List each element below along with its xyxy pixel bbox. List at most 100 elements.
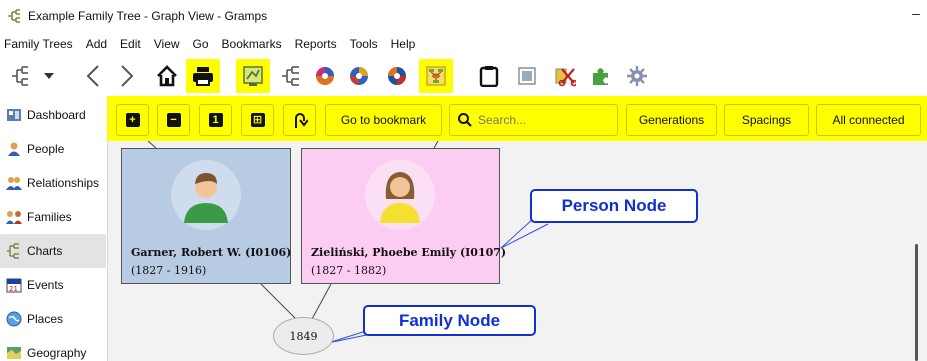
go-to-active-button[interactable] <box>283 104 316 136</box>
menu-view[interactable]: View <box>154 37 180 51</box>
zoom-fit-button[interactable]: ⊞ <box>241 104 274 136</box>
menu-help[interactable]: Help <box>391 37 416 51</box>
turn-arrow-icon <box>294 113 308 128</box>
family-node[interactable]: 1849 <box>273 317 334 355</box>
view-pedigree-button[interactable] <box>236 59 270 93</box>
preferences-button[interactable] <box>620 59 654 93</box>
spacings-label: Spacings <box>741 113 792 127</box>
menu-add[interactable]: Add <box>86 37 107 51</box>
families-icon <box>6 209 22 225</box>
callout-family-node: Family Node <box>363 305 536 336</box>
go-to-bookmark-label: Go to bookmark <box>340 113 427 127</box>
sidebar-item-label: Charts <box>27 244 63 258</box>
scissors-icon <box>555 68 576 87</box>
chevron-down-icon <box>44 73 54 79</box>
zoom-out-button[interactable]: − <box>157 104 190 136</box>
clipboard-button[interactable] <box>472 59 506 93</box>
search-icon <box>458 113 472 127</box>
title-bar: Example Family Tree - Graph View - Gramp… <box>0 0 927 32</box>
pedigree-view-icon <box>243 66 263 86</box>
menu-go[interactable]: Go <box>193 37 209 51</box>
zoom-reset-button[interactable]: 1 <box>199 104 232 136</box>
minimize-button[interactable]: – <box>909 6 923 20</box>
clipboard-icon <box>479 66 499 87</box>
edge-father-family <box>260 283 297 320</box>
menu-family-trees[interactable]: Family Trees <box>4 37 73 51</box>
sidebar-item-label: Events <box>27 278 64 292</box>
fit-icon: ⊞ <box>250 113 265 127</box>
person-name: Zieliński, Phoebe Emily (I0107) <box>311 246 507 259</box>
person-node-mother[interactable]: Zieliński, Phoebe Emily (I0107) (1827 - … <box>301 148 506 284</box>
dropdown-button[interactable] <box>38 59 60 93</box>
sidebar-item-charts[interactable]: Charts <box>0 234 106 268</box>
media-button[interactable] <box>510 59 544 93</box>
tree-icon <box>12 66 28 86</box>
main-toolbar <box>0 58 927 94</box>
view-tree-button[interactable] <box>274 59 308 93</box>
menu-bookmarks[interactable]: Bookmarks <box>222 37 282 51</box>
media-icon <box>518 67 536 85</box>
printer-icon <box>193 67 213 86</box>
vertical-scrollbar[interactable] <box>915 244 918 361</box>
menu-reports[interactable]: Reports <box>295 37 337 51</box>
dashboard-icon <box>6 107 22 123</box>
geography-icon <box>6 345 22 361</box>
gramps-app-icon <box>6 8 22 24</box>
twoway-fan-icon <box>388 67 406 85</box>
places-icon <box>6 311 22 327</box>
view-graph-button[interactable] <box>419 59 453 93</box>
graph-view-toolbar: + − 1 ⊞ Go to bookmark Search... Generat… <box>107 96 927 141</box>
sidebar-item-people[interactable]: People <box>0 132 106 166</box>
forward-arrow-icon <box>121 65 134 87</box>
view-twoway-fan-button[interactable] <box>380 59 414 93</box>
menu-tools[interactable]: Tools <box>350 37 378 51</box>
go-to-bookmark-button[interactable]: Go to bookmark <box>325 104 442 136</box>
view-descendant-fan-button[interactable] <box>342 59 376 93</box>
sidebar-item-label: People <box>27 142 65 156</box>
male-avatar-icon <box>171 160 241 230</box>
generations-label: Generations <box>638 113 705 127</box>
person-node-father[interactable]: Garner, Robert W. (I0106) (1827 - 1916) <box>121 148 291 284</box>
generations-button[interactable]: Generations <box>626 104 717 136</box>
sidebar-item-geography[interactable]: Geography <box>0 336 106 361</box>
zoom-in-button[interactable]: + <box>116 104 149 136</box>
plus-icon: + <box>125 113 140 127</box>
graph-canvas[interactable]: Garner, Robert W. (I0106) (1827 - 1916) … <box>107 141 927 361</box>
tree-chart-icon <box>282 66 299 86</box>
print-button[interactable] <box>186 59 220 93</box>
sidebar-item-places[interactable]: Places <box>0 302 106 336</box>
merge-button[interactable] <box>548 59 582 93</box>
search-field[interactable]: Search... <box>449 104 618 136</box>
forward-button[interactable] <box>110 59 144 93</box>
puzzle-icon <box>593 68 608 85</box>
sidebar-item-families[interactable]: Families <box>0 200 106 234</box>
addons-button[interactable] <box>584 59 618 93</box>
graph-view-icon <box>426 66 446 86</box>
callout-pointer-person-a <box>500 217 535 249</box>
female-avatar-icon <box>365 160 435 230</box>
menu-bar: Family Trees Add Edit View Go Bookmarks … <box>0 33 927 55</box>
all-connected-button[interactable]: All connected <box>816 104 921 136</box>
window-title: Example Family Tree - Graph View - Gramp… <box>28 9 268 23</box>
sidebar-item-relationships[interactable]: Relationships <box>0 166 106 200</box>
family-trees-button[interactable] <box>4 59 38 93</box>
view-fan-button[interactable] <box>308 59 342 93</box>
fan-chart-icon <box>316 67 334 85</box>
home-button[interactable] <box>150 59 184 93</box>
spacings-button[interactable]: Spacings <box>724 104 809 136</box>
all-connected-label: All connected <box>832 113 905 127</box>
sidebar-item-label: Geography <box>27 346 87 360</box>
one-icon: 1 <box>208 113 223 127</box>
sidebar-item-label: Dashboard <box>27 108 86 122</box>
home-icon <box>157 65 177 87</box>
edge-top-left <box>147 141 157 149</box>
sidebar-item-label: Relationships <box>27 176 100 190</box>
sidebar-item-events[interactable]: 21 Events <box>0 268 106 302</box>
back-button[interactable] <box>76 59 110 93</box>
menu-edit[interactable]: Edit <box>120 37 141 51</box>
sidebar-item-label: Families <box>27 210 72 224</box>
sidebar-item-dashboard[interactable]: Dashboard <box>0 98 106 132</box>
gear-icon <box>627 66 647 86</box>
person-name: Garner, Robert W. (I0106) <box>131 246 292 259</box>
search-placeholder: Search... <box>478 113 527 127</box>
